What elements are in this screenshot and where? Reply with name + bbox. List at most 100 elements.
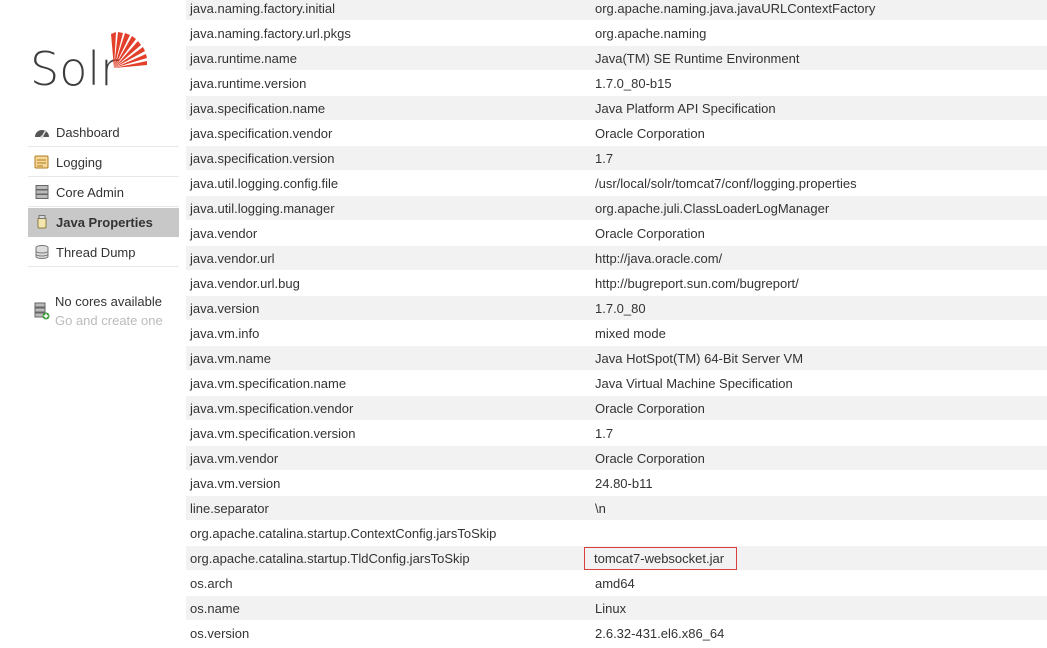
property-value: 24.80-b11 — [591, 470, 1047, 496]
java-properties-panel: java.naming.factory.initial org.apache.na… — [186, 0, 1047, 648]
logo-text: Solr — [30, 42, 120, 96]
property-value: 1.7.0_80-b15 — [591, 70, 1047, 96]
property-value: Java(TM) SE Runtime Environment — [591, 45, 1047, 71]
property-value: 2.6.32-431.el6.x86_64 — [591, 620, 1047, 646]
property-value: 1.7.0_80 — [591, 295, 1047, 321]
property-row: java.util.logging.manager org.apache.juli… — [186, 195, 1047, 221]
property-key: org.apache.catalina.startup.TldConfig.ja… — [186, 545, 591, 571]
property-key: java.specification.name — [186, 95, 591, 121]
property-row: java.vm.version 24.80-b11 — [186, 470, 1047, 496]
property-value: Java Platform API Specification — [591, 95, 1047, 121]
property-value — [591, 520, 1047, 546]
property-value: http://bugreport.sun.com/bugreport/ — [591, 270, 1047, 296]
property-key: java.vm.vendor — [186, 445, 591, 471]
property-row: java.vm.specification.version 1.7 — [186, 420, 1047, 446]
property-value: amd64 — [591, 570, 1047, 596]
property-value: org.apache.naming.java.javaURLContextFac… — [591, 0, 1047, 21]
property-row: java.vendor.url.bug http://bugreport.sun.… — [186, 270, 1047, 296]
property-row: java.vm.info mixed mode — [186, 320, 1047, 346]
property-value: Oracle Corporation — [591, 220, 1047, 246]
property-key: java.runtime.version — [186, 70, 591, 96]
property-value: Java HotSpot(TM) 64-Bit Server VM — [591, 345, 1047, 371]
property-value: Oracle Corporation — [591, 445, 1047, 471]
nav-item-thread-dump[interactable]: Thread Dump — [28, 238, 179, 267]
property-row: os.version 2.6.32-431.el6.x86_64 — [186, 620, 1047, 646]
property-row: java.vendor Oracle Corporation — [186, 220, 1047, 246]
add-core-icon — [34, 302, 50, 320]
property-row: java.naming.factory.initial org.apache.na… — [186, 0, 1047, 21]
property-row: java.vm.name Java HotSpot(TM) 64-Bit Serv… — [186, 345, 1047, 371]
property-value: 1.7 — [591, 145, 1047, 171]
property-key: java.vm.info — [186, 320, 591, 346]
property-value: Java Virtual Machine Specification — [591, 370, 1047, 396]
nav-item-logging[interactable]: Logging — [28, 148, 179, 177]
property-value: http://java.oracle.com/ — [591, 245, 1047, 271]
property-row: java.specification.vendor Oracle Corporat… — [186, 120, 1047, 146]
property-row: java.specification.name Java Platform API… — [186, 95, 1047, 121]
property-row: java.vendor.url http://java.oracle.com/ — [186, 245, 1047, 271]
property-key: java.vendor.url.bug — [186, 270, 591, 296]
property-key: java.vendor — [186, 220, 591, 246]
property-key: java.vm.specification.name — [186, 370, 591, 396]
property-value: /usr/local/solr/tomcat7/conf/logging.pro… — [591, 170, 1047, 196]
property-row: os.name Linux — [186, 595, 1047, 621]
property-key: os.version — [186, 620, 591, 646]
property-row: java.runtime.name Java(TM) SE Runtime Env… — [186, 45, 1047, 71]
property-value: Oracle Corporation — [591, 395, 1047, 421]
property-row: java.vm.vendor Oracle Corporation — [186, 445, 1047, 471]
property-key: java.util.logging.config.file — [186, 170, 591, 196]
solr-sun-icon — [111, 32, 147, 68]
property-key: org.apache.catalina.startup.ContextConfi… — [186, 520, 591, 546]
property-key: java.util.logging.manager — [186, 195, 591, 221]
property-key: os.name — [186, 595, 591, 621]
property-key: os.arch — [186, 570, 591, 596]
property-row: line.separator \n — [186, 495, 1047, 521]
property-row: org.apache.catalina.startup.TldConfig.ja… — [186, 545, 1047, 571]
property-row: org.apache.catalina.startup.ContextConfi… — [186, 520, 1047, 546]
property-value: \n — [591, 495, 1047, 521]
property-value: 1.7 — [591, 420, 1047, 446]
create-core-link[interactable]: Go and create one — [55, 313, 163, 328]
property-value: Linux — [591, 595, 1047, 621]
nav-item-label: Dashboard — [56, 124, 120, 140]
property-value: tomcat7-websocket.jar — [584, 545, 1047, 571]
sidebar: Solr Dashboard Logging Core Admin Java P… — [0, 0, 180, 648]
main-nav: Dashboard Logging Core Admin Java Proper… — [28, 118, 179, 268]
property-key: java.version — [186, 295, 591, 321]
highlighted-value: tomcat7-websocket.jar — [584, 546, 738, 570]
property-row: java.version 1.7.0_80 — [186, 295, 1047, 321]
property-key: java.specification.version — [186, 145, 591, 171]
nav-item-label: Thread Dump — [56, 244, 136, 260]
property-value: mixed mode — [591, 320, 1047, 346]
property-value: Oracle Corporation — [591, 120, 1047, 146]
nav-item-label: Logging — [56, 154, 103, 170]
properties-table: java.naming.factory.initial org.apache.na… — [186, 0, 1047, 646]
solr-logo[interactable]: Solr — [28, 28, 163, 98]
property-key: java.vm.specification.version — [186, 420, 591, 446]
property-value: org.apache.juli.ClassLoaderLogManager — [591, 195, 1047, 221]
property-key: java.vendor.url — [186, 245, 591, 271]
nav-item-label: Core Admin — [56, 184, 124, 200]
core-admin-icon — [35, 185, 49, 199]
java-properties-icon — [37, 215, 47, 229]
property-key: java.naming.factory.url.pkgs — [186, 20, 591, 46]
no-cores-message: No cores available — [55, 294, 162, 309]
property-value: org.apache.naming — [591, 20, 1047, 46]
property-key: java.vm.specification.vendor — [186, 395, 591, 421]
property-row: java.vm.specification.vendor Oracle Corpo… — [186, 395, 1047, 421]
property-key: java.specification.vendor — [186, 120, 591, 146]
nav-item-dashboard[interactable]: Dashboard — [28, 118, 179, 147]
property-row: os.arch amd64 — [186, 570, 1047, 596]
nav-item-core-admin[interactable]: Core Admin — [28, 178, 179, 207]
property-row: java.vm.specification.name Java Virtual M… — [186, 370, 1047, 396]
property-key: java.runtime.name — [186, 45, 591, 71]
nav-item-java-properties[interactable]: Java Properties — [28, 208, 179, 237]
nav-item-label: Java Properties — [56, 214, 153, 230]
property-key: java.naming.factory.initial — [186, 0, 591, 21]
logging-icon — [34, 155, 49, 169]
property-key: java.vm.name — [186, 345, 591, 371]
property-key: line.separator — [186, 495, 591, 521]
dashboard-icon — [35, 129, 49, 139]
property-key: java.vm.version — [186, 470, 591, 496]
property-row: java.specification.version 1.7 — [186, 145, 1047, 171]
